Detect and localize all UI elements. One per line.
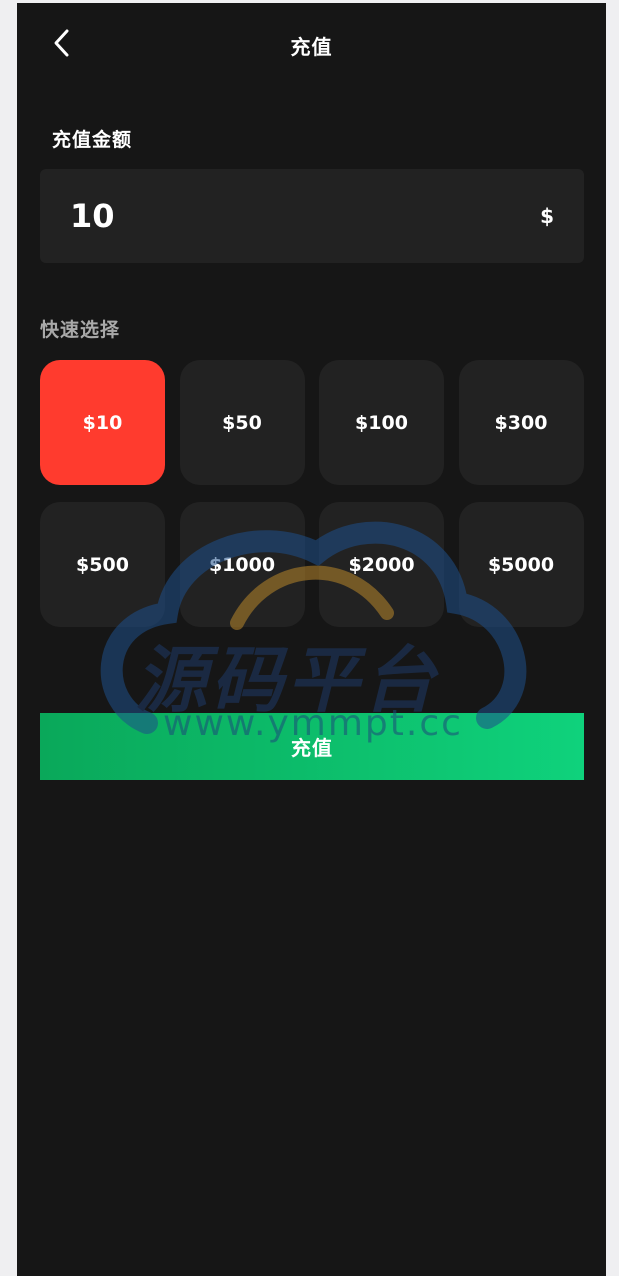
quick-option-2000[interactable]: $2000 xyxy=(319,502,444,627)
quick-option-50[interactable]: $50 xyxy=(179,360,305,485)
quick-option-1000[interactable]: $1000 xyxy=(179,502,305,627)
amount-input[interactable] xyxy=(70,191,490,241)
quick-option-500[interactable]: $500 xyxy=(40,502,165,627)
quick-option-300[interactable]: $300 xyxy=(458,360,584,485)
amount-field-container: $ xyxy=(40,169,584,263)
quick-option-5000[interactable]: $5000 xyxy=(458,502,584,627)
page-title: 充值 xyxy=(290,35,333,59)
recharge-screen: 充值 充值金额 $ 快速选择 $10 $50 $100 $300 $500 $1… xyxy=(17,3,606,1276)
quick-option-100[interactable]: $100 xyxy=(319,360,444,485)
recharge-submit-button[interactable]: 充值 xyxy=(40,713,584,780)
amount-label: 充值金额 xyxy=(52,129,133,151)
quick-select-label: 快速选择 xyxy=(40,319,121,341)
quick-option-10[interactable]: $10 xyxy=(40,360,165,485)
quick-select-grid: $10 $50 $100 $300 $500 $1000 $2000 $5000 xyxy=(40,360,584,627)
currency-symbol: $ xyxy=(540,204,554,228)
watermark-text: 源码平台 xyxy=(135,638,440,722)
